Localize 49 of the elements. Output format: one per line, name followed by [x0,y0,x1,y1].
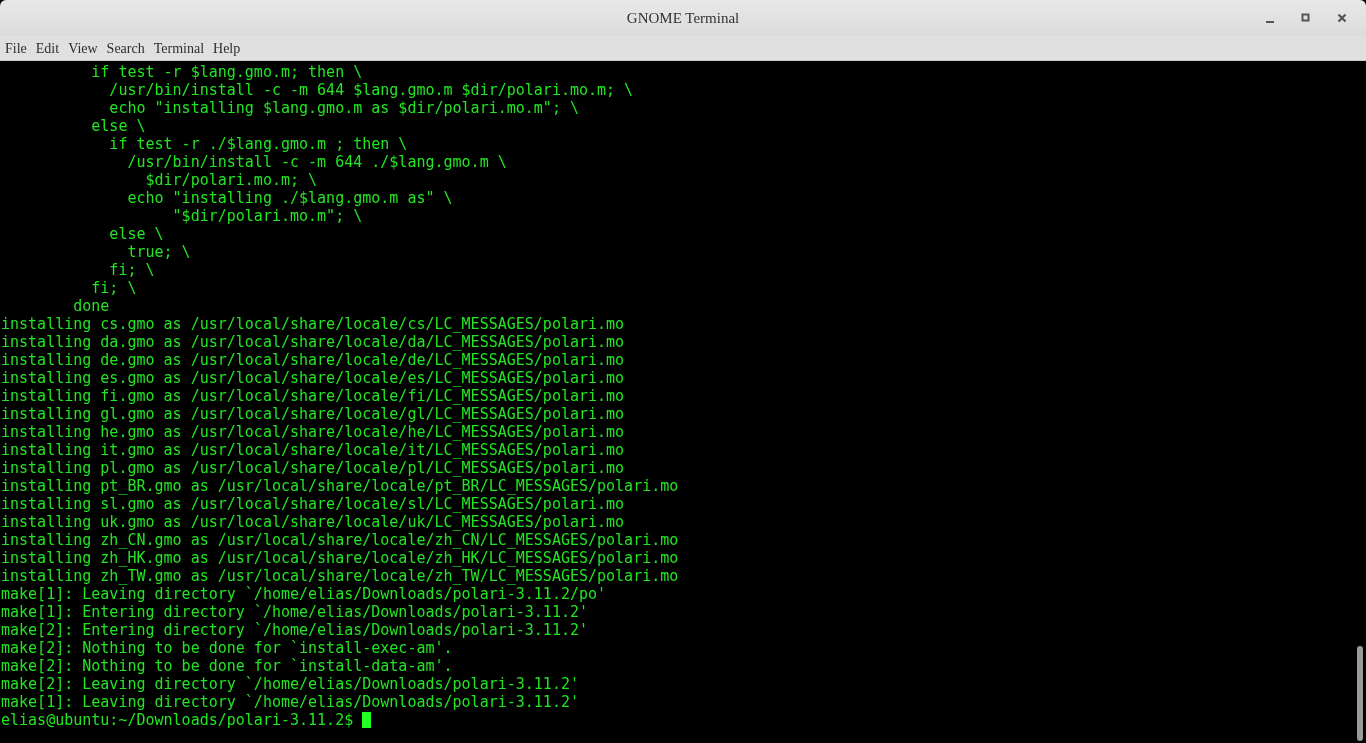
terminal-line: make[2]: Nothing to be done for `install-data-am'. [1,657,453,675]
terminal-line: echo "installing $lang.gmo.m as $dir/polari.mo.m"; \ [108,99,579,117]
scrollbar-thumb[interactable] [1357,646,1363,741]
shell-prompt: elias@ubuntu:~/Downloads/polari-3.11.2$ [1,711,354,729]
terminal-line: fi; \ [90,279,137,297]
terminal-line: make[2]: Nothing to be done for `install-exec-am'. [1,639,453,657]
maximize-icon [1300,12,1312,24]
terminal-line: installing da.gmo as /usr/local/share/locale/da/LC_MESSAGES/polari.mo [1,333,625,351]
terminal-line: installing it.gmo as /usr/local/share/locale/it/LC_MESSAGES/polari.mo [1,441,625,459]
minimize-icon [1266,21,1274,23]
menu-item[interactable]: Edit [35,39,65,57]
close-icon [1336,12,1348,24]
terminal-line: installing zh_TW.gmo as /usr/local/share/locale/zh_TW/LC_MESSAGES/polari.mo [1,567,679,585]
terminal-line: installing cs.gmo as /usr/local/share/locale/cs/LC_MESSAGES/polari.mo [1,315,625,333]
text-cursor [362,712,372,728]
terminal-line: else \ [90,117,146,135]
terminal-line: installing es.gmo as /usr/local/share/locale/es/LC_MESSAGES/polari.mo [1,369,625,387]
terminal-line: installing zh_HK.gmo as /usr/local/share/locale/zh_HK/LC_MESSAGES/polari.mo [1,549,679,567]
terminal-line: installing pt_BR.gmo as /usr/local/share/locale/pt_BR/LC_MESSAGES/polari.mo [1,477,679,495]
terminal-line: /usr/bin/install -c -m 644 ./$lang.gmo.m \ [126,153,507,171]
terminal-line: else \ [108,225,164,243]
menu-item[interactable]: View [68,39,103,57]
terminal-line: installing pl.gmo as /usr/local/share/locale/pl/LC_MESSAGES/polari.mo [1,459,625,477]
terminal-line: installing uk.gmo as /usr/local/share/locale/uk/LC_MESSAGES/polari.mo [1,513,625,531]
menu-item[interactable]: Help [213,39,246,57]
terminal-line: make[2]: Entering directory `/home/elias/Downloads/polari-3.11.2' [1,621,588,639]
window-title: GNOME Terminal [626,9,740,27]
terminal-line: make[1]: Leaving directory `/home/elias/Downloads/polari-3.11.2/po' [1,585,607,603]
terminal-line: done [72,297,110,315]
terminal-line: make[1]: Leaving directory `/home/elias/Downloads/polari-3.11.2' [1,693,579,711]
menu-item[interactable]: Terminal [153,39,210,57]
menu-item[interactable]: File [5,39,32,57]
terminal-line: installing sl.gmo as /usr/local/share/locale/sl/LC_MESSAGES/polari.mo [1,495,625,513]
terminal-line: "$dir/polari.mo.m"; \ [171,207,363,225]
terminal-line: installing he.gmo as /usr/local/share/locale/he/LC_MESSAGES/polari.mo [1,423,625,441]
terminal-line: make[1]: Entering directory `/home/elias/Downloads/polari-3.11.2' [1,603,588,621]
terminal-line: /usr/bin/install -c -m 644 $lang.gmo.m $dir/polari.mo.m; \ [108,81,634,99]
terminal-line: installing gl.gmo as /usr/local/share/locale/gl/LC_MESSAGES/polari.mo [1,405,625,423]
terminal-line: installing zh_CN.gmo as /usr/local/share/locale/zh_CN/LC_MESSAGES/polari.mo [1,531,679,549]
terminal-line: if test -r $lang.gmo.m; then \ [90,63,363,81]
terminal-line: installing de.gmo as /usr/local/share/locale/de/LC_MESSAGES/polari.mo [1,351,625,369]
terminal-line: fi; \ [108,261,155,279]
terminal-line: if test -r ./$lang.gmo.m ; then \ [108,135,408,153]
menu-item[interactable]: Search [106,39,150,57]
terminal-line: installing fi.gmo as /usr/local/share/locale/fi/LC_MESSAGES/polari.mo [1,387,625,405]
terminal-line: $dir/polari.mo.m; \ [144,171,318,189]
terminal-line: echo "installing ./$lang.gmo.m as" \ [126,189,453,207]
terminal-line: true; \ [126,243,191,261]
terminal-line: make[2]: Leaving directory `/home/elias/Downloads/polari-3.11.2' [1,675,579,693]
